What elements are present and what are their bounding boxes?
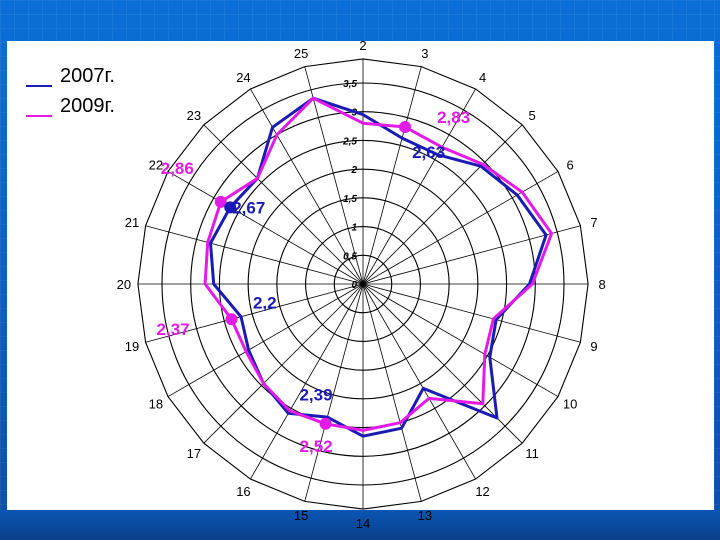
data-label: 2,39 [299,386,332,405]
grid-spoke [362,283,581,343]
legend-label-2007: 2007г. [60,65,115,87]
category-label: 14 [356,516,370,531]
grid-spoke [203,283,364,444]
data-label: 2,86 [161,159,194,178]
grid-spoke [362,283,523,444]
category-label: 4 [479,70,486,85]
data-point-marker [399,121,412,134]
category-label: 6 [566,157,573,172]
category-label: 25 [294,46,308,61]
data-label: 2,63 [412,143,445,162]
scale-tick-label: 0 [351,280,357,291]
data-label: 2,2 [253,294,277,313]
grid-spoke [362,283,422,502]
category-label: 11 [525,446,539,461]
legend: 2007г. 2009г. [26,65,115,117]
category-label: 18 [149,397,163,412]
data-point-marker [225,313,238,326]
category-label: 8 [599,277,606,292]
highlight-markers [214,121,412,430]
series-lines [203,96,554,438]
data-label: 2,52 [300,437,333,456]
category-label: 2 [359,38,366,53]
data-label: 2,37 [157,320,190,339]
scale-tick-label: 3,5 [343,79,357,90]
scale-tick-label: 1 [351,223,357,234]
grid-spoke [362,225,581,285]
radar-chart: 0 0,5 1 1,5 2 2,5 3 3,5 23 4 5 6 7 8 9 10 11 12 13 14 15 16 1… [26,38,606,531]
category-label: 5 [528,108,535,123]
grid-spoke [362,283,559,397]
scale-tick-label: 2 [350,165,357,176]
category-label: 7 [590,215,597,230]
category-label: 3 [421,46,428,61]
grid-spoke [145,225,364,285]
grid-spoke [362,171,559,285]
category-label: 19 [125,339,139,354]
data-label: 2,67 [232,198,265,217]
grid-spoke [362,66,422,285]
category-label: 15 [294,508,308,523]
scale-tick-label: 0,5 [343,251,357,262]
data-label: 2,83 [437,108,470,127]
category-label: 9 [590,339,597,354]
grid-spoke [362,283,476,480]
category-label: 12 [475,484,489,499]
category-label: 10 [563,397,577,412]
grid-spoke [167,171,364,285]
category-label: 24 [236,70,250,85]
category-label: 21 [125,215,139,230]
category-label: 13 [418,508,432,523]
category-label: 20 [117,277,131,292]
category-label: 23 [187,108,201,123]
category-label: 16 [236,484,250,499]
legend-label-2009: 2009г. [60,95,115,117]
scale-tick-label: 2,5 [342,136,357,147]
scale-tick-label: 1,5 [343,194,357,205]
category-label: 17 [187,446,201,461]
data-point-marker [319,417,332,430]
